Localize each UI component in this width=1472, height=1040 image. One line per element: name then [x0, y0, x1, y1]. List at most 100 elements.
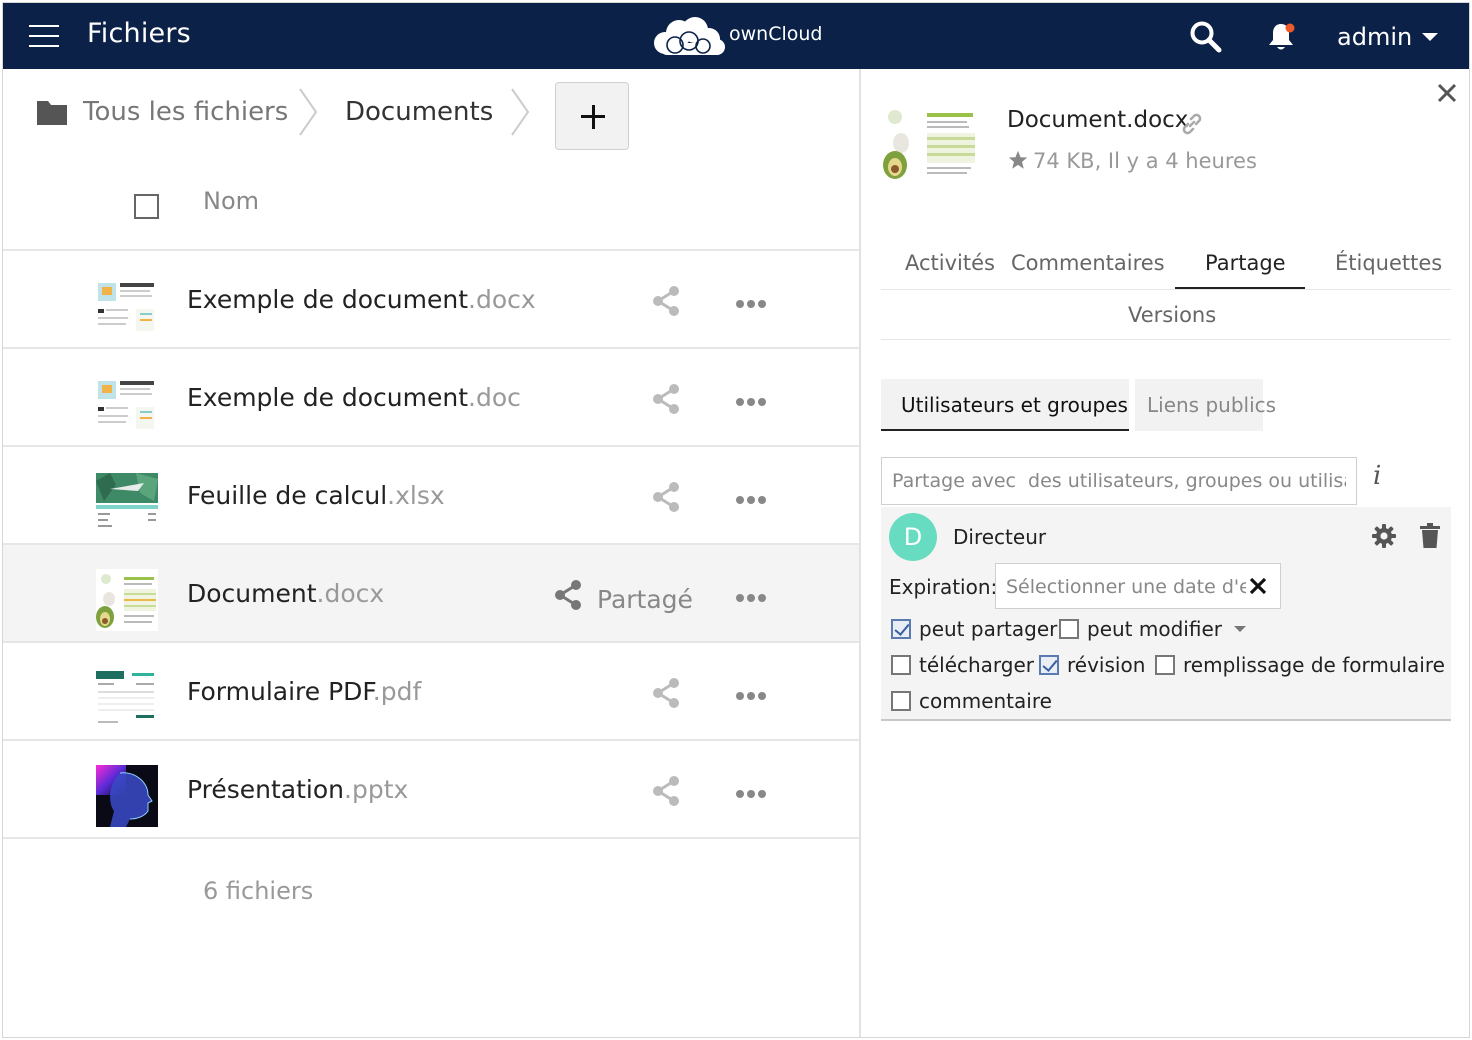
trash-icon[interactable]: [1419, 523, 1441, 549]
tab-divider: [881, 289, 1451, 290]
doc-icon: [96, 275, 158, 337]
permission-checkbox[interactable]: [891, 655, 911, 675]
close-icon[interactable]: [1435, 81, 1459, 105]
more-actions-icon[interactable]: [735, 393, 767, 406]
tab-versions[interactable]: Versions: [1128, 303, 1216, 327]
file-extension: .pptx: [344, 775, 409, 804]
tab-divider: [881, 339, 1451, 340]
avatar: D: [889, 513, 937, 561]
breadcrumb-home[interactable]: Tous les fichiers: [37, 97, 288, 127]
permission-option[interactable]: remplissage de formulaire: [1155, 653, 1445, 677]
details-panel: Document.docx 74 KB, Il y a 4 heures Act…: [861, 69, 1469, 1037]
subtab-users-groups[interactable]: Utilisateurs et groupes: [881, 379, 1129, 431]
select-all-checkbox[interactable]: [134, 194, 159, 219]
clear-icon[interactable]: [1246, 574, 1270, 598]
permission-checkbox[interactable]: [1039, 655, 1059, 675]
share-with-input[interactable]: [881, 457, 1357, 505]
file-row[interactable]: Formulaire PDF.pdf: [3, 643, 859, 741]
permission-option[interactable]: révision: [1039, 653, 1145, 677]
share-icon[interactable]: [651, 775, 681, 807]
share-icon[interactable]: [651, 285, 681, 317]
tab-sharing[interactable]: Partage: [1205, 251, 1286, 275]
user-menu[interactable]: admin: [1337, 19, 1439, 55]
share-icon[interactable]: [651, 481, 681, 513]
brand-name: ownCloud: [729, 23, 823, 45]
file-list-panel: Tous les fichiers Documents Nom Exemple …: [3, 69, 859, 1037]
breadcrumb: Tous les fichiers Documents: [3, 69, 859, 159]
info-icon[interactable]: i: [1373, 461, 1381, 491]
permission-label: remplissage de formulaire: [1183, 653, 1445, 677]
breadcrumb-current[interactable]: Documents: [345, 97, 493, 127]
share-icon[interactable]: [651, 677, 681, 709]
more-actions-icon[interactable]: [735, 589, 767, 602]
chevron-down-icon[interactable]: [1233, 626, 1246, 632]
owncloud-logo[interactable]: ownCloud: [651, 13, 831, 59]
file-name[interactable]: Exemple de document.docx: [187, 285, 536, 314]
doc-icon: [96, 373, 158, 435]
file-name[interactable]: Présentation.pptx: [187, 775, 408, 804]
link-icon[interactable]: [1179, 111, 1205, 137]
sharee-name: Directeur: [953, 525, 1047, 549]
permission-option[interactable]: peut modifier: [1059, 617, 1246, 641]
gear-icon[interactable]: [1371, 523, 1397, 549]
permission-option[interactable]: peut partager: [891, 617, 1057, 641]
file-name[interactable]: Exemple de document.doc: [187, 383, 521, 412]
expiration-date-input[interactable]: Sélectionner une date d'expiration: [995, 563, 1281, 609]
bell-icon[interactable]: [1265, 20, 1297, 54]
file-name[interactable]: Formulaire PDF.pdf: [187, 677, 421, 706]
detail-filename: Document.docx: [1007, 107, 1189, 133]
more-actions-icon[interactable]: [735, 491, 767, 504]
permission-checkbox[interactable]: [891, 691, 911, 711]
file-count: 6 fichiers: [203, 877, 314, 905]
expiration-label: Expiration:: [889, 575, 998, 599]
presentation-icon: [96, 765, 158, 827]
search-icon[interactable]: [1189, 20, 1223, 54]
star-icon[interactable]: [1007, 149, 1029, 171]
file-row[interactable]: Document.docx Partagé: [3, 545, 859, 643]
file-name[interactable]: Feuille de calcul.xlsx: [187, 481, 445, 510]
chevron-down-icon: [1422, 33, 1439, 41]
shared-label[interactable]: Partagé: [597, 585, 693, 614]
file-extension: .docx: [316, 579, 385, 608]
file-basename: Exemple de document: [187, 285, 469, 314]
permission-checkbox[interactable]: [1155, 655, 1175, 675]
share-icon[interactable]: [553, 579, 583, 611]
more-actions-icon[interactable]: [735, 295, 767, 308]
tab-comments[interactable]: Commentaires: [1011, 251, 1165, 275]
expiration-placeholder: Sélectionner une date d'expiration: [1006, 576, 1246, 598]
more-actions-icon[interactable]: [735, 687, 767, 700]
file-row[interactable]: Feuille de calcul.xlsx: [3, 447, 859, 545]
column-name-header[interactable]: Nom: [203, 187, 259, 215]
file-row[interactable]: Exemple de document.doc: [3, 349, 859, 447]
sharee-entry: D Directeur Expiration: Sélectionner une…: [881, 507, 1451, 721]
user-name: admin: [1337, 23, 1413, 51]
tab-tags[interactable]: Étiquettes: [1335, 251, 1442, 275]
permission-option[interactable]: télécharger: [891, 653, 1034, 677]
detail-meta: 74 KB, Il y a 4 heures: [1033, 149, 1257, 173]
file-name[interactable]: Document.docx: [187, 579, 384, 608]
breadcrumb-separator-icon: [511, 88, 530, 136]
more-actions-icon[interactable]: [735, 785, 767, 798]
file-basename: Exemple de document: [187, 383, 469, 412]
folder-icon: [37, 101, 67, 125]
subtab-public-links[interactable]: Liens publics: [1135, 379, 1276, 431]
permission-label: révision: [1067, 653, 1146, 677]
permission-checkbox[interactable]: [891, 619, 911, 639]
app-window: Fichiers ownCloud admin Tous les fichier…: [2, 2, 1470, 1038]
permission-label: peut partager: [919, 617, 1058, 641]
permission-label: télécharger: [919, 653, 1035, 677]
file-row[interactable]: Exemple de document.docx: [3, 251, 859, 349]
menu-icon[interactable]: [29, 23, 59, 49]
permission-option[interactable]: commentaire: [891, 689, 1052, 713]
file-row[interactable]: Présentation.pptx: [3, 741, 859, 839]
file-basename: Formulaire PDF: [187, 677, 373, 706]
file-basename: Document: [187, 579, 317, 608]
file-extension: .doc: [468, 383, 521, 412]
file-extension: .docx: [468, 285, 536, 314]
permission-checkbox[interactable]: [1059, 619, 1079, 639]
file-basename: Feuille de calcul: [187, 481, 388, 510]
share-icon[interactable]: [651, 383, 681, 415]
tab-activities[interactable]: Activités: [905, 251, 995, 275]
new-file-button[interactable]: [555, 82, 629, 150]
permission-label: peut modifier: [1087, 617, 1222, 641]
